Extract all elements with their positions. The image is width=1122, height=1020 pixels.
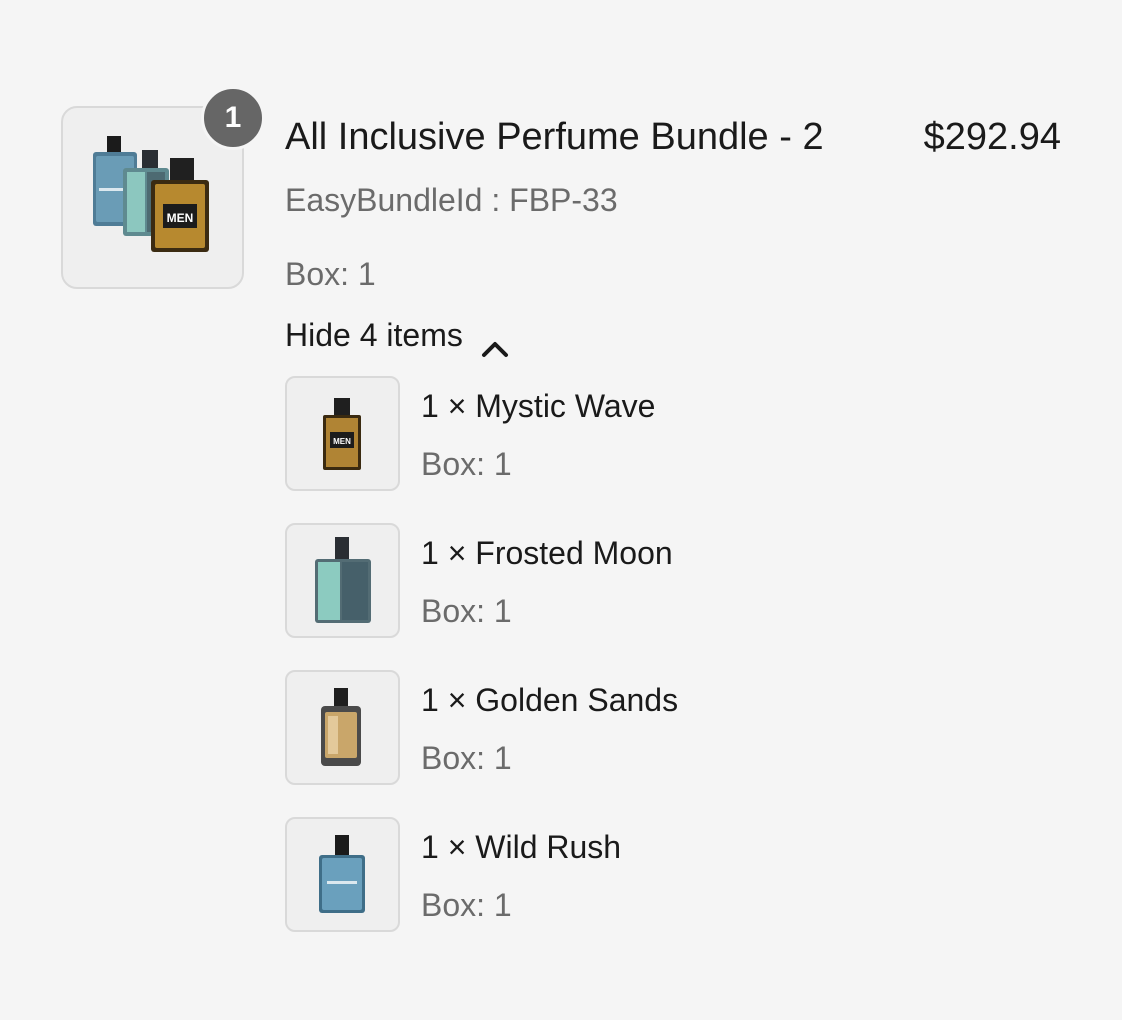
bundle-item: 1 × Frosted Moon Box: 1 — [285, 523, 985, 638]
product-price: $292.94 — [923, 116, 1061, 158]
quantity-badge: 1 — [201, 86, 265, 150]
teal-perfume-bottle-icon — [315, 537, 371, 623]
item-image — [285, 523, 400, 638]
hide-items-label: Hide 4 items — [285, 317, 463, 353]
item-name: 1 × Frosted Moon — [421, 535, 673, 571]
item-image — [285, 670, 400, 785]
bundle-item: 1 × Wild Rush Box: 1 — [285, 817, 985, 932]
item-box-count: Box: 1 — [421, 593, 512, 629]
bundle-item: 1 × Golden Sands Box: 1 — [285, 670, 985, 785]
item-name: 1 × Mystic Wave — [421, 388, 656, 424]
item-box-count: Box: 1 — [421, 740, 512, 776]
bundle-id: EasyBundleId : FBP-33 — [285, 182, 618, 218]
item-box-count: Box: 1 — [421, 887, 512, 923]
item-name: 1 × Golden Sands — [421, 682, 679, 718]
item-box-count: Box: 1 — [421, 446, 512, 482]
item-image: MEN — [285, 376, 400, 491]
product-title: All Inclusive Perfume Bundle - 2 — [285, 116, 824, 158]
chevron-up-icon — [481, 325, 509, 357]
bundle-line-item: MEN 1 All Inclusive Perfume Bundle - 2 $… — [0, 0, 1122, 1020]
item-image — [285, 817, 400, 932]
bundle-item: MEN 1 × Mystic Wave Box: 1 — [285, 376, 985, 491]
blue-perfume-bottle-icon — [319, 835, 365, 913]
amber-perfume-bottle-icon — [321, 688, 361, 766]
gold-perfume-bottle-icon: MEN — [323, 398, 361, 470]
svg-text:MEN: MEN — [333, 437, 351, 446]
hide-items-toggle[interactable]: Hide 4 items — [285, 313, 509, 357]
svg-text:MEN: MEN — [167, 211, 194, 225]
item-name: 1 × Wild Rush — [421, 829, 622, 865]
bundle-box-count: Box: 1 — [285, 256, 376, 292]
